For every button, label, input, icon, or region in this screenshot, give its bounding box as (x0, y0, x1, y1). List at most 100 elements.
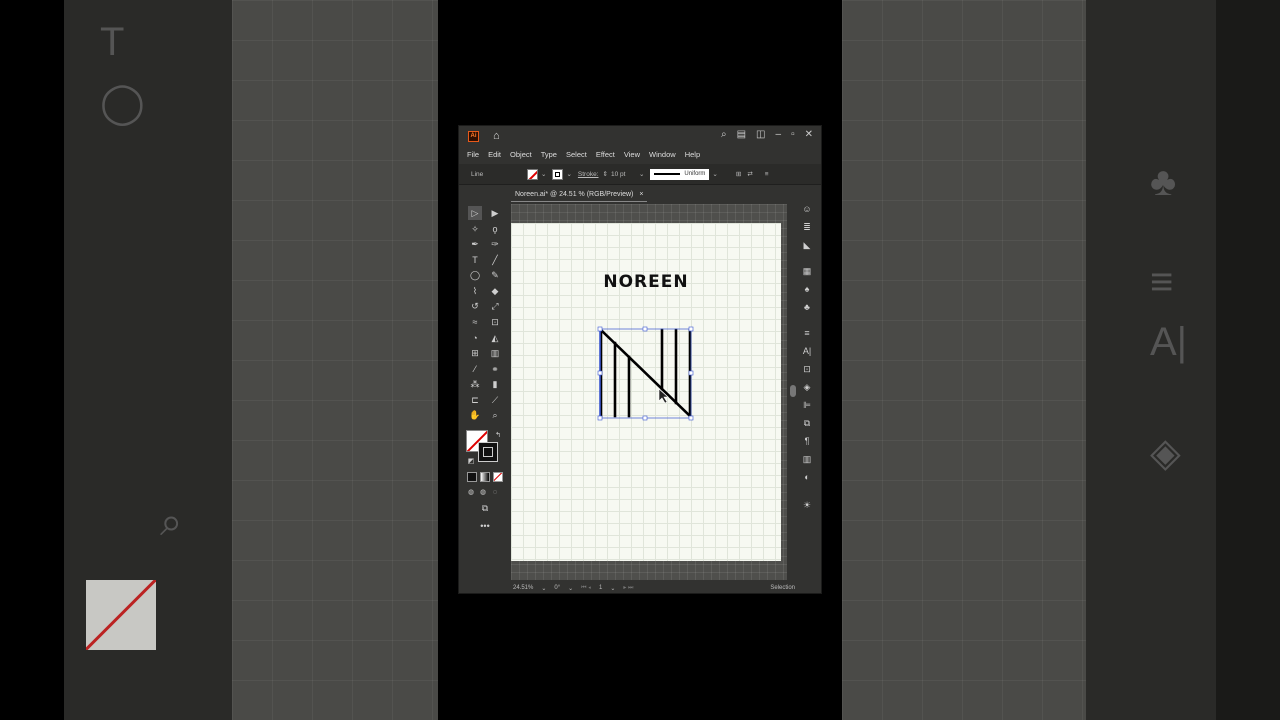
menu-edit[interactable]: Edit (488, 150, 501, 159)
paintbrush-tool-icon[interactable]: ✎ (488, 268, 502, 282)
blend-tool-icon[interactable]: ⚭ (488, 362, 502, 376)
gradient-panel-icon[interactable]: ▥ (800, 452, 814, 466)
stroke-weight-field[interactable]: 10 pt (611, 171, 637, 178)
document-tab[interactable]: Noreen.ai* @ 24.51 % (RGB/Preview) × (511, 187, 648, 202)
stroke-swatch-large[interactable] (478, 442, 498, 462)
symbol-sprayer-tool-icon[interactable]: ⁂ (468, 377, 482, 391)
layers-panel-icon[interactable]: ◈ (800, 380, 814, 394)
workspace-icon[interactable]: ◫ (756, 129, 765, 140)
properties-panel-icon[interactable]: ☺ (800, 202, 814, 216)
home-icon[interactable]: ⌂ (493, 130, 500, 142)
paragraph-panel-icon[interactable]: ¶ (800, 434, 814, 448)
maximize-button[interactable]: ▫ (791, 129, 795, 140)
chevron-down-icon[interactable]: ⌄ (541, 170, 546, 178)
canvas-area[interactable]: NOREEN (511, 204, 787, 580)
hand-tool-icon[interactable]: ✋ (468, 408, 482, 422)
close-button[interactable]: ✕ (805, 129, 813, 140)
search-icon[interactable]: ⌕ (721, 129, 727, 140)
fill-swatch[interactable] (527, 168, 538, 180)
selection-tool-icon[interactable]: ▷ (468, 206, 482, 220)
draw-inside-icon[interactable]: ◌ (488, 485, 502, 499)
eraser-tool-icon[interactable]: ◆ (488, 284, 502, 298)
warp-tool-icon[interactable]: ≈ (468, 315, 482, 329)
slice-tool-icon[interactable]: ⟋ (488, 393, 502, 407)
arrange-documents-icon[interactable]: ▤ (737, 129, 746, 140)
magic-wand-tool-icon[interactable]: ✧ (468, 222, 482, 236)
ellipse-tool-ghost-icon: ◯ (100, 81, 145, 125)
pathfinder-icon[interactable]: ⧉ (800, 416, 814, 430)
stepper-icon[interactable]: ⇕ (603, 170, 608, 178)
column-graph-tool-icon[interactable]: ▮ (488, 377, 502, 391)
n-monogram-artwork[interactable] (511, 223, 781, 561)
ellipse-tool-icon[interactable]: ◯ (468, 268, 482, 282)
appearance-panel-icon[interactable]: ☀ (800, 498, 814, 512)
menu-effect[interactable]: Effect (596, 150, 615, 159)
first-artboard-icon[interactable]: ⏮ ◂ (581, 585, 591, 592)
document-tab-title: Noreen.ai* @ 24.51 % (RGB/Preview) (515, 190, 634, 198)
illustrator-window: Ai ⌂ ⌕ ▤ ◫ – ▫ ✕ File Edit Object Type S… (458, 125, 822, 594)
shaper-tool-icon[interactable]: ⌇ (468, 284, 482, 298)
menu-help[interactable]: Help (685, 150, 700, 159)
direct-selection-tool-icon[interactable]: ▶ (488, 206, 502, 220)
panel-menu-icon[interactable]: ≡ (765, 171, 769, 178)
default-colors-icon[interactable]: ◩ (464, 454, 478, 468)
stroke-label[interactable]: Stroke: (578, 171, 599, 178)
character-panel-icon[interactable]: A| (800, 344, 814, 358)
chevron-down-icon[interactable]: ⌄ (712, 170, 717, 178)
curvature-tool-icon[interactable]: ✑ (488, 237, 502, 251)
tools-panel: ▷ ▶ ✧ ϙ ✒ ✑ T ╱ ◯ ✎ ⌇ ◆ ↺ ⤢ ≈ ⊡ ◔ ◭ ⊞ ▥ … (464, 206, 506, 536)
menu-select[interactable]: Select (566, 150, 587, 159)
align-icon[interactable]: ⊞ (736, 170, 741, 178)
transform-icon[interactable]: ⇄ (747, 170, 752, 178)
type-tool-icon[interactable]: T (468, 253, 482, 267)
align-panel-icon[interactable]: ⊫ (800, 398, 814, 412)
layers-adjust-icon[interactable]: ≣ (800, 220, 814, 234)
libraries-icon[interactable]: ◣ (800, 238, 814, 252)
menu-file[interactable]: File (467, 150, 479, 159)
chevron-down-icon[interactable]: ⌄ (610, 585, 615, 592)
more-tools-icon[interactable]: ••• (478, 519, 492, 533)
line-tool-icon[interactable]: ╱ (488, 253, 502, 267)
artboard-tool-icon[interactable]: ⊏ (468, 393, 482, 407)
swap-fill-stroke-icon[interactable]: ↰ (491, 428, 505, 442)
zoom-tool-icon[interactable]: ⌕ (488, 408, 502, 422)
shape-builder-tool-icon[interactable]: ◔ (468, 331, 482, 345)
artboard[interactable]: NOREEN (511, 223, 781, 561)
pen-tool-icon[interactable]: ✒ (468, 237, 482, 251)
rotate-tool-icon[interactable]: ↺ (468, 299, 482, 313)
menu-window[interactable]: Window (649, 150, 676, 159)
mesh-tool-icon[interactable]: ⊞ (468, 346, 482, 360)
menu-object[interactable]: Object (510, 150, 532, 159)
symbols-icon[interactable]: ♣ (800, 300, 814, 314)
stroke-swatch[interactable] (552, 168, 564, 180)
chevron-down-icon[interactable]: ⌄ (639, 170, 644, 178)
close-tab-icon[interactable]: × (639, 191, 643, 198)
transform-panel-icon[interactable]: ⊡ (800, 362, 814, 376)
transparency-panel-icon[interactable]: ◐ (800, 470, 814, 484)
chevron-down-icon[interactable]: ⌄ (568, 585, 573, 592)
club-symbol-ghost-icon: ♣ (1150, 160, 1177, 204)
profile-dropdown[interactable]: Uniform (650, 168, 710, 180)
last-artboard-icon[interactable]: ▸ ⏭ (623, 584, 633, 592)
eyedropper-tool-icon[interactable]: ⁄ (468, 362, 482, 376)
menu-view[interactable]: View (624, 150, 640, 159)
scale-tool-icon[interactable]: ⤢ (488, 299, 502, 313)
brushes-icon[interactable]: ♠ (800, 282, 814, 296)
rotation-value[interactable]: 0° (554, 585, 560, 591)
free-transform-tool-icon[interactable]: ⊡ (488, 315, 502, 329)
screen-mode-icon[interactable]: ⧉ (478, 501, 492, 515)
artboard-number[interactable]: 1 (599, 585, 602, 591)
color-mode-gradient[interactable] (480, 472, 490, 482)
menu-type[interactable]: Type (541, 150, 557, 159)
zoom-level[interactable]: 24.51% (513, 585, 533, 591)
color-mode-solid[interactable] (467, 472, 477, 482)
swatches-icon[interactable]: ▦ (800, 264, 814, 278)
gradient-tool-icon[interactable]: ▥ (488, 346, 502, 360)
chevron-down-icon[interactable]: ⌄ (541, 585, 546, 592)
chevron-down-icon[interactable]: ⌄ (566, 170, 571, 178)
minimize-button[interactable]: – (776, 129, 782, 140)
perspective-grid-tool-icon[interactable]: ◭ (488, 331, 502, 345)
color-mode-none[interactable] (493, 472, 503, 482)
lasso-tool-icon[interactable]: ϙ (488, 222, 502, 236)
stroke-panel-icon[interactable]: ≡ (800, 326, 814, 340)
